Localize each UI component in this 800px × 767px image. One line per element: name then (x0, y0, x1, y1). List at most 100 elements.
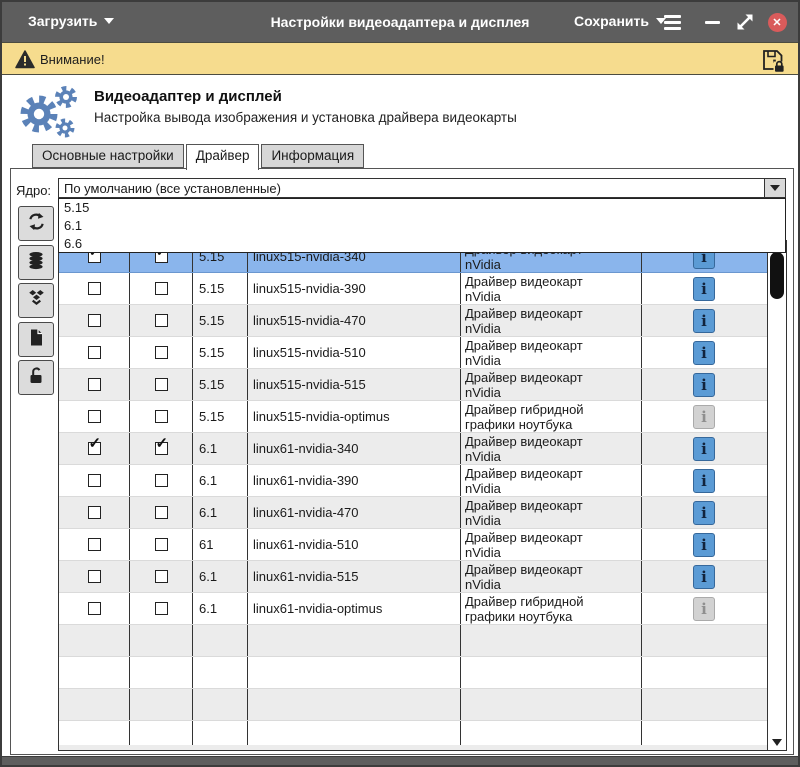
select-checkbox[interactable] (155, 314, 168, 327)
installed-checkbox[interactable] (88, 506, 101, 519)
table-row[interactable]: 6.1linux61-nvidia-515Драйвер видеокартnV… (59, 561, 767, 593)
kernel-label: Ядро: (16, 183, 51, 198)
info-cell: i (642, 497, 766, 528)
select-checkbox[interactable] (155, 602, 168, 615)
installed-checkbox[interactable] (88, 538, 101, 551)
table-row-empty (59, 625, 767, 657)
tab-main-settings[interactable]: Основные настройки (32, 144, 184, 168)
save-menu-button[interactable]: Сохранить (574, 13, 666, 29)
select-checkbox[interactable] (155, 506, 168, 519)
kernel-option[interactable]: 6.6 (59, 235, 785, 253)
installed-checkbox[interactable] (88, 410, 101, 423)
description-text: Драйвер видеокартnVidia (465, 370, 583, 400)
installed-checkbox[interactable] (88, 314, 101, 327)
info-button: i (693, 597, 715, 621)
check1-cell (59, 401, 130, 432)
select-checkbox[interactable]: ✓ (155, 442, 168, 455)
driver-name-cell (248, 625, 461, 656)
scrollbar-thumb[interactable] (770, 252, 784, 299)
installed-checkbox[interactable] (88, 602, 101, 615)
check1-cell (59, 465, 130, 496)
packages-button[interactable] (18, 283, 54, 318)
installed-checkbox[interactable] (88, 570, 101, 583)
select-checkbox[interactable] (155, 378, 168, 391)
table-row[interactable]: 5.15linux515-nvidia-optimusДрайвер гибри… (59, 401, 767, 433)
info-button[interactable]: i (693, 437, 715, 461)
info-button[interactable]: i (693, 533, 715, 557)
table-row-empty (59, 689, 767, 721)
database-button[interactable] (18, 245, 54, 280)
table-row[interactable]: 5.15linux515-nvidia-390Драйвер видеокарт… (59, 273, 767, 305)
select-checkbox[interactable] (155, 410, 168, 423)
kernel-cell: 5.15 (193, 337, 248, 368)
info-cell: i (642, 529, 766, 560)
menu-icon[interactable] (660, 2, 684, 42)
info-cell: i (642, 273, 766, 304)
table-row[interactable]: ✓✓6.1linux61-nvidia-340Драйвер видеокарт… (59, 433, 767, 465)
select-checkbox[interactable] (155, 538, 168, 551)
refresh-icon (27, 212, 46, 236)
table-row[interactable]: 61linux61-nvidia-510Драйвер видеокартnVi… (59, 529, 767, 561)
check2-cell (130, 305, 193, 336)
check1-cell (59, 337, 130, 368)
info-button[interactable]: i (693, 501, 715, 525)
installed-checkbox[interactable]: ✓ (88, 442, 101, 455)
scrollbar-down-button[interactable] (768, 735, 786, 749)
kernel-combobox[interactable]: По умолчанию (все установленные) (58, 178, 786, 198)
info-button: i (693, 405, 715, 429)
info-cell: i (642, 593, 766, 624)
info-button[interactable]: i (693, 341, 715, 365)
refresh-button[interactable] (18, 206, 54, 241)
check2-cell (130, 593, 193, 624)
info-cell (642, 657, 766, 688)
installed-checkbox[interactable] (88, 346, 101, 359)
driver-name-cell: linux61-nvidia-340 (248, 433, 461, 464)
info-button[interactable]: i (693, 373, 715, 397)
driver-name-cell: linux515-nvidia-390 (248, 273, 461, 304)
unlock-button[interactable] (18, 360, 54, 395)
driver-name-cell: linux61-nvidia-optimus (248, 593, 461, 624)
table-row[interactable]: 6.1linux61-nvidia-470Драйвер видеокартnV… (59, 497, 767, 529)
info-button[interactable]: i (693, 309, 715, 333)
driver-name-cell: linux515-nvidia-470 (248, 305, 461, 336)
info-cell (642, 689, 766, 720)
select-checkbox[interactable] (155, 570, 168, 583)
kernel-option[interactable]: 5.15 (59, 199, 785, 217)
select-checkbox[interactable] (155, 474, 168, 487)
info-button[interactable]: i (693, 565, 715, 589)
save-menu-label: Сохранить (574, 13, 649, 29)
check2-cell (130, 529, 193, 560)
description-cell: Драйвер видеокартnVidia (461, 369, 642, 400)
select-checkbox[interactable] (155, 346, 168, 359)
installed-checkbox[interactable] (88, 378, 101, 391)
info-button[interactable]: i (693, 277, 715, 301)
table-row[interactable]: 6.1linux61-nvidia-390Драйвер видеокартnV… (59, 465, 767, 497)
save-locked-icon[interactable] (760, 47, 786, 73)
minimize-button[interactable] (700, 2, 724, 42)
driver-name-cell (248, 689, 461, 720)
driver-name-cell: linux61-nvidia-510 (248, 529, 461, 560)
vertical-scrollbar[interactable] (767, 241, 786, 750)
check1-cell (59, 369, 130, 400)
info-button[interactable]: i (693, 469, 715, 493)
table-row-empty (59, 657, 767, 689)
tab-information[interactable]: Информация (261, 144, 364, 168)
installed-checkbox[interactable] (88, 282, 101, 295)
kernel-option[interactable]: 6.1 (59, 217, 785, 235)
description-cell: Драйвер видеокартnVidia (461, 273, 642, 304)
description-text: Драйвер видеокартnVidia (465, 434, 583, 464)
table-row[interactable]: 6.1linux61-nvidia-optimusДрайвер гибридн… (59, 593, 767, 625)
table-row[interactable]: 5.15linux515-nvidia-470Драйвер видеокарт… (59, 305, 767, 337)
select-checkbox[interactable] (155, 282, 168, 295)
installed-checkbox[interactable] (88, 474, 101, 487)
tab-driver[interactable]: Драйвер (186, 144, 260, 170)
table-row[interactable]: 5.15linux515-nvidia-515Драйвер видеокарт… (59, 369, 767, 401)
check2-cell (130, 337, 193, 368)
info-cell (642, 625, 766, 656)
close-button[interactable]: ✕ (764, 2, 790, 42)
kernel-cell: 6.1 (193, 561, 248, 592)
table-row[interactable]: 5.15linux515-nvidia-510Драйвер видеокарт… (59, 337, 767, 369)
new-document-button[interactable] (18, 322, 54, 357)
combobox-dropdown-button[interactable] (764, 179, 785, 197)
maximize-icon[interactable] (732, 2, 758, 42)
